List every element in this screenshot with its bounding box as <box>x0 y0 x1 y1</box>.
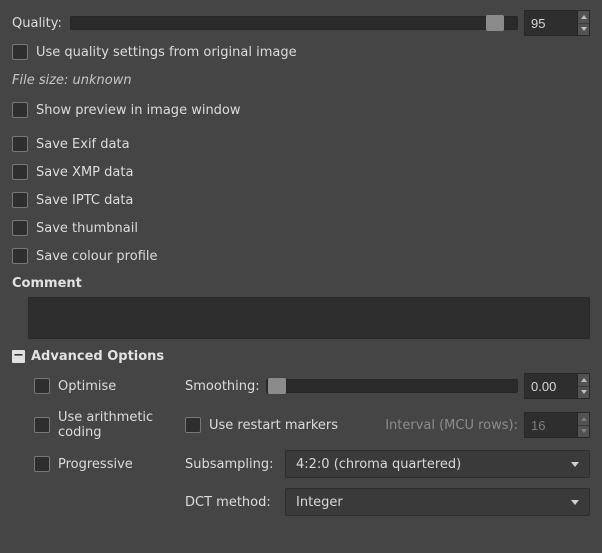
progressive-checkbox[interactable] <box>34 456 50 472</box>
save-thumbnail-label: Save thumbnail <box>36 221 138 236</box>
optimise-label: Optimise <box>58 379 116 394</box>
save-exif-checkbox[interactable] <box>12 136 28 152</box>
subsampling-label: Subsampling: <box>185 457 285 472</box>
save-exif-label: Save Exif data <box>36 137 130 152</box>
use-original-quality-checkbox[interactable] <box>12 44 28 60</box>
collapse-icon: − <box>12 350 25 363</box>
save-iptc-label: Save IPTC data <box>36 193 133 208</box>
save-colour-profile-label: Save colour profile <box>36 249 158 264</box>
save-xmp-label: Save XMP data <box>36 165 133 180</box>
use-original-quality-label: Use quality settings from original image <box>36 45 297 60</box>
arithmetic-checkbox[interactable] <box>34 417 50 433</box>
chevron-down-icon <box>581 429 587 433</box>
arithmetic-label: Use arithmetic coding <box>58 410 185 440</box>
restart-label: Use restart markers <box>209 418 338 433</box>
chevron-down-icon <box>581 390 587 394</box>
save-xmp-checkbox[interactable] <box>12 164 28 180</box>
advanced-heading: Advanced Options <box>31 349 164 364</box>
dct-value: Integer <box>296 495 343 510</box>
smoothing-label: Smoothing: <box>185 379 260 394</box>
interval-label: Interval (MCU rows): <box>385 418 518 433</box>
chevron-down-icon <box>571 462 579 467</box>
quality-spin-up[interactable] <box>578 11 589 24</box>
quality-label: Quality: <box>12 16 62 31</box>
chevron-up-icon <box>581 15 587 19</box>
comment-textarea[interactable] <box>28 297 590 339</box>
show-preview-row: Show preview in image window <box>12 98 590 122</box>
progressive-label: Progressive <box>58 457 133 472</box>
restart-checkbox[interactable] <box>185 417 201 433</box>
interval-spin <box>524 412 590 438</box>
quality-slider[interactable] <box>70 16 518 30</box>
smoothing-input[interactable] <box>524 373 577 399</box>
show-preview-label: Show preview in image window <box>36 103 241 118</box>
quality-spin-down[interactable] <box>578 24 589 36</box>
use-original-quality-row: Use quality settings from original image <box>12 40 590 64</box>
comment-heading: Comment <box>12 276 590 291</box>
smoothing-spin-down[interactable] <box>578 387 589 399</box>
subsampling-select[interactable]: 4:2:0 (chroma quartered) <box>285 450 590 478</box>
chevron-down-icon <box>581 27 587 31</box>
show-preview-checkbox[interactable] <box>12 102 28 118</box>
subsampling-value: 4:2:0 (chroma quartered) <box>296 457 461 472</box>
smoothing-slider[interactable] <box>266 379 518 393</box>
advanced-expander[interactable]: − Advanced Options <box>12 349 590 364</box>
save-iptc-checkbox[interactable] <box>12 192 28 208</box>
interval-spin-up[interactable] <box>578 413 589 426</box>
file-size-text: File size: unknown <box>12 73 132 88</box>
quality-row: Quality: <box>12 10 590 36</box>
interval-input[interactable] <box>524 412 577 438</box>
quality-slider-thumb[interactable] <box>486 15 504 31</box>
smoothing-spin-up[interactable] <box>578 374 589 387</box>
quality-spin <box>524 10 590 36</box>
chevron-up-icon <box>581 417 587 421</box>
save-colour-profile-checkbox[interactable] <box>12 248 28 264</box>
smoothing-slider-thumb[interactable] <box>268 378 286 394</box>
chevron-down-icon <box>571 500 579 505</box>
dct-select[interactable]: Integer <box>285 488 590 516</box>
save-thumbnail-checkbox[interactable] <box>12 220 28 236</box>
quality-input[interactable] <box>524 10 577 36</box>
dct-label: DCT method: <box>185 495 285 510</box>
chevron-up-icon <box>581 378 587 382</box>
optimise-checkbox[interactable] <box>34 378 50 394</box>
interval-spin-down[interactable] <box>578 426 589 438</box>
smoothing-spin <box>524 373 590 399</box>
